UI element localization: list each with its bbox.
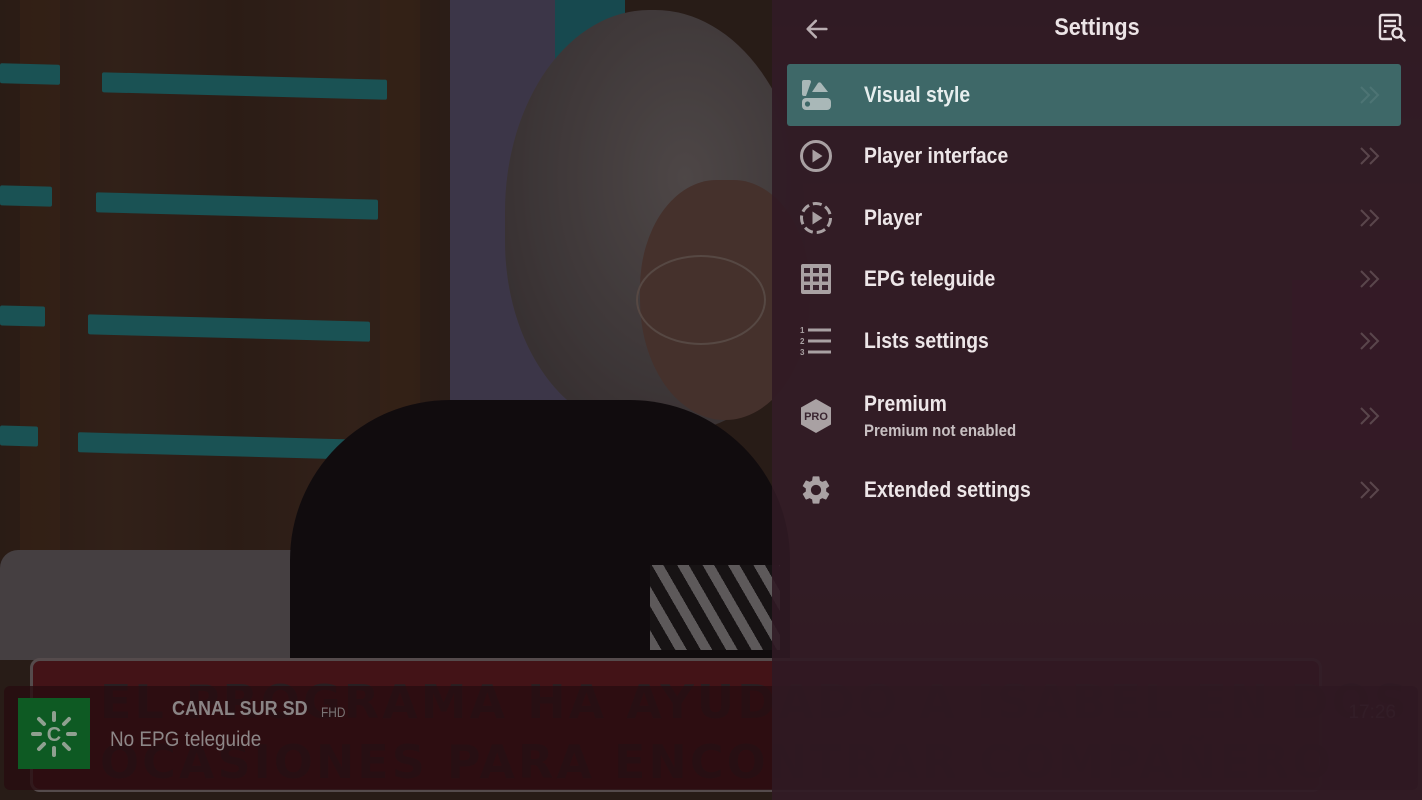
menu-item-text: Premium Premium not enabled	[864, 391, 1037, 441]
search-settings-button[interactable]	[1374, 10, 1410, 46]
gear-icon	[799, 473, 833, 507]
svg-text:C: C	[47, 724, 61, 746]
menu-item-text: Extended settings	[864, 477, 1053, 503]
menu-item-text: Player	[864, 205, 930, 231]
double-chevron-right-icon	[1357, 404, 1383, 428]
menu-item-epg-teleguide[interactable]: EPG teleguide	[787, 249, 1401, 311]
menu-item-premium[interactable]: PRO Premium Premium not enabled	[787, 372, 1401, 460]
settings-panel: Settings Visual style Player interface P…	[772, 0, 1422, 800]
epg-status: No EPG teleguide	[110, 728, 262, 751]
double-chevron-right-icon	[1357, 329, 1383, 353]
svg-text:PRO: PRO	[804, 411, 828, 423]
menu-item-text: Lists settings	[864, 328, 1006, 354]
menu-item-text: EPG teleguide	[864, 266, 1013, 292]
menu-item-label: EPG teleguide	[864, 266, 996, 292]
grid-icon	[799, 262, 833, 296]
menu-item-label: Player	[864, 204, 923, 230]
menu-item-label: Extended settings	[864, 477, 1031, 503]
menu-item-label: Player interface	[864, 143, 1009, 169]
double-chevron-right-icon	[1357, 206, 1383, 230]
channel-logo: C	[18, 698, 90, 769]
play-circle-icon	[799, 139, 833, 173]
menu-item-text: Player interface	[864, 143, 1028, 169]
sun-logo-icon: C	[31, 710, 77, 757]
menu-item-label: Lists settings	[864, 327, 989, 353]
double-chevron-right-icon	[1357, 144, 1383, 168]
svg-text:3: 3	[800, 348, 805, 357]
menu-item-player[interactable]: Player	[787, 187, 1401, 249]
settings-menu: Visual style Player interface Player EPG…	[787, 64, 1401, 521]
menu-item-label: Visual style	[864, 81, 971, 107]
menu-item-visual-style[interactable]: Visual style	[787, 64, 1401, 126]
double-chevron-right-icon	[1357, 267, 1383, 291]
double-chevron-right-icon	[1357, 83, 1383, 107]
svg-text:1: 1	[800, 326, 805, 335]
double-chevron-right-icon	[1357, 478, 1383, 502]
menu-item-extended-settings[interactable]: Extended settings	[787, 460, 1401, 522]
menu-item-player-interface[interactable]: Player interface	[787, 126, 1401, 188]
pro-badge-icon: PRO	[799, 398, 833, 433]
page-title: Settings	[1054, 14, 1140, 41]
menu-item-lists-settings[interactable]: 1 2 3 Lists settings	[787, 310, 1401, 372]
channel-name: CANAL SUR SD	[172, 698, 308, 720]
svg-text:2: 2	[800, 337, 805, 346]
menu-item-sublabel: Premium not enabled	[864, 420, 1017, 440]
settings-header: Settings	[772, 0, 1422, 60]
palette-swatch-icon	[799, 78, 833, 112]
channel-quality-badge: FHD	[321, 704, 346, 720]
numbered-list-icon: 1 2 3	[799, 324, 833, 358]
document-search-icon	[1378, 13, 1406, 42]
menu-item-text: Visual style	[864, 82, 985, 108]
play-circle-dashed-icon	[799, 201, 833, 235]
menu-item-label: Premium	[864, 390, 947, 416]
